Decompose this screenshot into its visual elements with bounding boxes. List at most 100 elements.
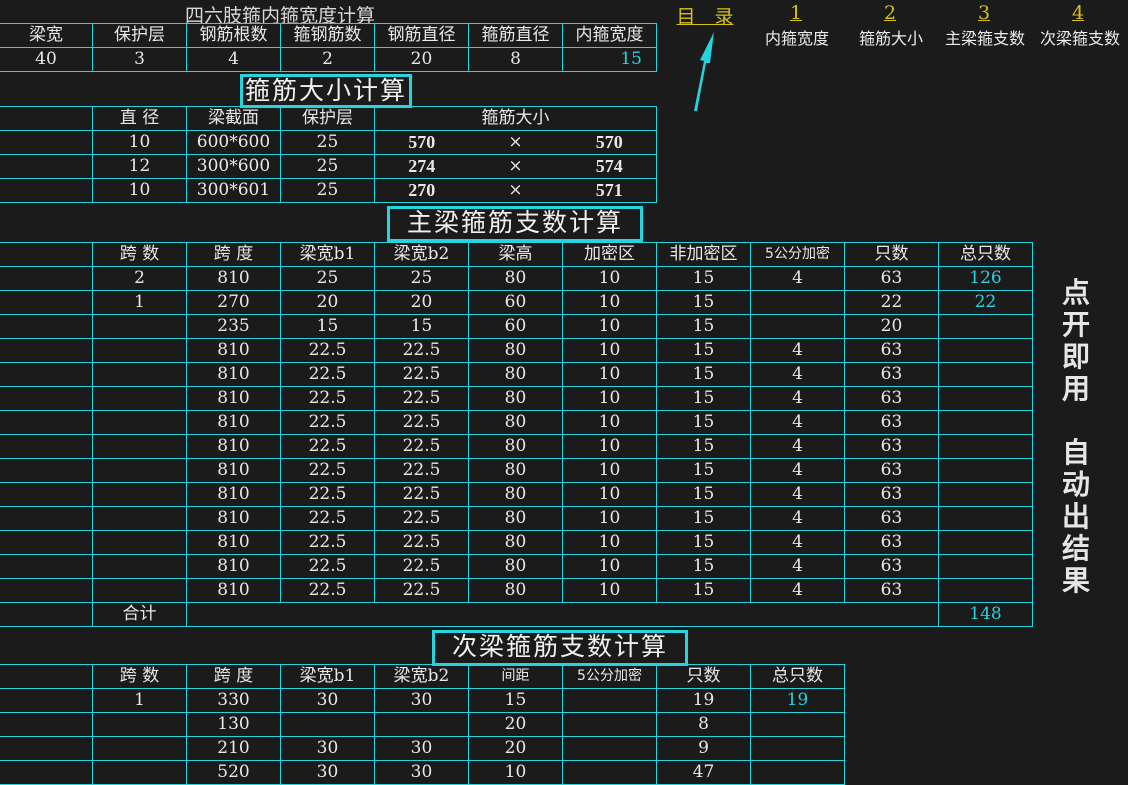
cell-count[interactable]: 22 [844, 290, 939, 315]
cell-span-count[interactable] [92, 434, 187, 459]
cell-width-b2[interactable]: 30 [374, 736, 469, 761]
cell-width-b1[interactable]: 25 [280, 266, 375, 291]
cell-total-count[interactable] [938, 410, 1033, 435]
cell-span-count[interactable]: 1 [92, 290, 187, 315]
cell-5cm-dense[interactable]: 4 [750, 266, 845, 291]
cell-total-count[interactable] [938, 338, 1033, 363]
cell-span-count[interactable] [92, 760, 187, 785]
cell-5cm-dense[interactable]: 4 [750, 362, 845, 387]
cell-width-b2[interactable]: 15 [374, 314, 469, 339]
cell-non-dense-zone[interactable]: 15 [656, 554, 751, 579]
cell-total-count[interactable] [938, 362, 1033, 387]
cell-cover[interactable]: 25 [280, 178, 375, 203]
cell-section[interactable]: 600*600 [186, 130, 281, 155]
cell-5cm-dense[interactable]: 4 [750, 506, 845, 531]
cell-height[interactable]: 80 [468, 338, 563, 363]
cell-width-b2[interactable]: 22.5 [374, 410, 469, 435]
cell-spacing[interactable]: 15 [468, 688, 563, 713]
cell-5cm-dense[interactable]: 4 [750, 386, 845, 411]
cell-total-count[interactable] [938, 482, 1033, 507]
cell-width-b2[interactable] [374, 712, 469, 737]
cell-span-length[interactable]: 810 [186, 434, 281, 459]
cell-width-b1[interactable]: 30 [280, 736, 375, 761]
cell-total-count[interactable]: 22 [938, 290, 1033, 315]
cell-size-a[interactable]: 274 [374, 154, 469, 179]
cell-width-b1[interactable]: 22.5 [280, 506, 375, 531]
cell-count[interactable]: 47 [656, 760, 751, 785]
cell-section[interactable]: 300*600 [186, 154, 281, 179]
cell-total-count[interactable] [938, 506, 1033, 531]
cell-count[interactable]: 63 [844, 506, 939, 531]
cell-span-count[interactable] [92, 530, 187, 555]
cell-width-b2[interactable]: 22.5 [374, 338, 469, 363]
cell-non-dense-zone[interactable]: 15 [656, 266, 751, 291]
cell-width-b2[interactable]: 22.5 [374, 530, 469, 555]
cell-bar-diameter[interactable]: 20 [374, 47, 469, 72]
cell-span-length[interactable]: 810 [186, 386, 281, 411]
cell-dense-zone[interactable]: 10 [562, 458, 657, 483]
cell-count[interactable]: 20 [844, 314, 939, 339]
cell-diameter[interactable]: 10 [92, 130, 187, 155]
cell-height[interactable]: 60 [468, 314, 563, 339]
cell-height[interactable]: 80 [468, 530, 563, 555]
cell-count[interactable]: 63 [844, 578, 939, 603]
cell-count[interactable]: 63 [844, 530, 939, 555]
cell-height[interactable]: 80 [468, 266, 563, 291]
cell-count[interactable]: 63 [844, 554, 939, 579]
cell-spacing[interactable]: 20 [468, 736, 563, 761]
cell-non-dense-zone[interactable]: 15 [656, 578, 751, 603]
cell-size-a[interactable]: 270 [374, 178, 469, 203]
cell-section[interactable]: 300*601 [186, 178, 281, 203]
cell-span-count[interactable] [92, 314, 187, 339]
cell-non-dense-zone[interactable]: 15 [656, 482, 751, 507]
cell-span-count[interactable] [92, 736, 187, 761]
nav-item-3-label[interactable]: 主梁箍支数 [938, 25, 1032, 49]
cell-width-b1[interactable]: 30 [280, 760, 375, 785]
cell-span-length[interactable]: 810 [186, 506, 281, 531]
cell-dense-zone[interactable]: 10 [562, 554, 657, 579]
cell-span-length[interactable]: 210 [186, 736, 281, 761]
cell-width-b1[interactable]: 22.5 [280, 530, 375, 555]
cell-span-length[interactable]: 520 [186, 760, 281, 785]
cell-count[interactable]: 19 [656, 688, 751, 713]
cell-width-b2[interactable]: 22.5 [374, 554, 469, 579]
cell-height[interactable]: 80 [468, 482, 563, 507]
cell-cover[interactable]: 25 [280, 154, 375, 179]
nav-item-1-label[interactable]: 内箍宽度 [750, 25, 844, 49]
cell-width-b1[interactable] [280, 712, 375, 737]
cell-width-b2[interactable]: 30 [374, 760, 469, 785]
cell-total-count[interactable]: 126 [938, 266, 1033, 291]
cell-span-length[interactable]: 810 [186, 554, 281, 579]
cell-height[interactable]: 80 [468, 578, 563, 603]
cell-width-b1[interactable]: 22.5 [280, 482, 375, 507]
cell-span-length[interactable]: 810 [186, 482, 281, 507]
cell-span-count[interactable] [92, 712, 187, 737]
cell-count[interactable]: 9 [656, 736, 751, 761]
nav-item-4-number[interactable]: 4 [1058, 2, 1098, 24]
cell-height[interactable]: 60 [468, 290, 563, 315]
cell-width-b2[interactable]: 22.5 [374, 458, 469, 483]
cell-5cm-dense[interactable]: 4 [750, 530, 845, 555]
cell-width-b1[interactable]: 20 [280, 290, 375, 315]
cell-height[interactable]: 80 [468, 506, 563, 531]
cell-span-count[interactable] [92, 386, 187, 411]
cell-total-count[interactable] [750, 712, 845, 737]
cell-non-dense-zone[interactable]: 15 [656, 386, 751, 411]
cell-span-length[interactable]: 810 [186, 578, 281, 603]
nav-item-2-label[interactable]: 箍筋大小 [844, 25, 938, 49]
cell-width-b1[interactable]: 22.5 [280, 554, 375, 579]
cell-span-count[interactable]: 2 [92, 266, 187, 291]
cell-5cm-dense[interactable]: 4 [750, 434, 845, 459]
cell-5cm-dense[interactable] [750, 314, 845, 339]
cell-dense-zone[interactable]: 10 [562, 482, 657, 507]
nav-item-4-label[interactable]: 次梁箍支数 [1032, 25, 1128, 49]
cell-dense-zone[interactable]: 10 [562, 314, 657, 339]
cell-cover[interactable]: 25 [280, 130, 375, 155]
cell-height[interactable]: 80 [468, 554, 563, 579]
cell-5cm-dense[interactable] [562, 712, 657, 737]
cell-non-dense-zone[interactable]: 15 [656, 290, 751, 315]
cell-diameter[interactable]: 12 [92, 154, 187, 179]
cell-count[interactable]: 63 [844, 458, 939, 483]
cell-spacing[interactable]: 20 [468, 712, 563, 737]
cell-size-b[interactable]: 570 [562, 130, 657, 155]
